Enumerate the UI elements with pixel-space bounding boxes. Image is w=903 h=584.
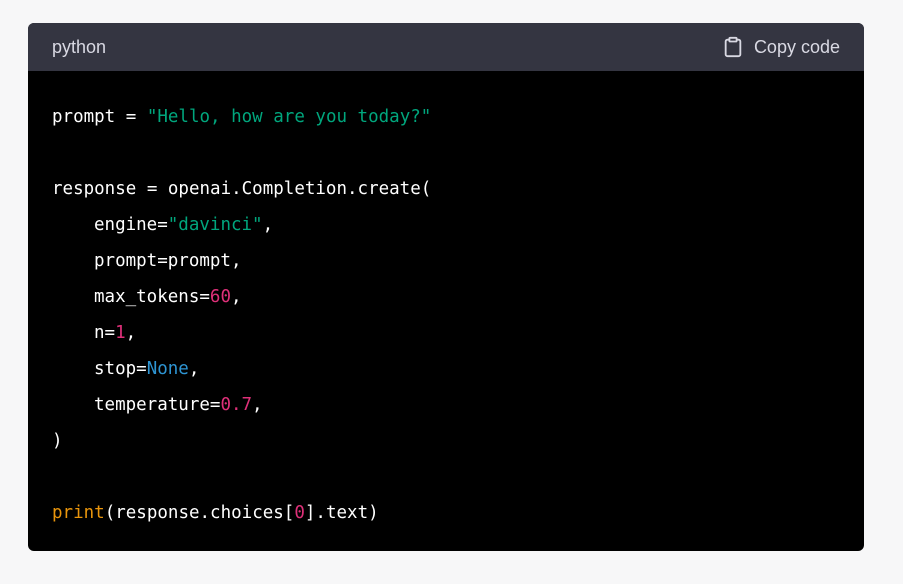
number-literal: 60 bbox=[209, 287, 231, 307]
code-text: , bbox=[230, 287, 242, 307]
string-literal: "davinci" bbox=[167, 215, 263, 235]
function-name: print bbox=[52, 503, 105, 523]
code-line-3: response = openai.Completion.create( bbox=[52, 171, 840, 207]
code-text: ) bbox=[52, 431, 63, 451]
code-text: , bbox=[252, 395, 263, 415]
code-text: engine= bbox=[94, 215, 168, 235]
code-text: , bbox=[262, 215, 274, 235]
number-literal: 1 bbox=[115, 323, 126, 343]
code-line-5: prompt=prompt, bbox=[52, 243, 840, 279]
code-text: prompt = bbox=[52, 107, 147, 127]
number-literal: 0.7 bbox=[220, 395, 253, 415]
code-text: n= bbox=[94, 323, 116, 343]
copy-code-button[interactable]: Copy code bbox=[722, 36, 840, 58]
code-line-12: print(response.choices[0].text) bbox=[52, 495, 840, 531]
code-text: max_tokens= bbox=[94, 287, 210, 307]
string-literal: "Hello, how are you today?" bbox=[146, 107, 432, 127]
code-line-9: temperature=0.7, bbox=[52, 387, 840, 423]
code-text: ].text) bbox=[304, 503, 379, 523]
code-header: python Copy code bbox=[28, 23, 864, 71]
code-text: , bbox=[188, 359, 200, 379]
copy-code-label: Copy code bbox=[753, 36, 840, 57]
number-literal: 0 bbox=[294, 503, 305, 523]
clipboard-icon bbox=[722, 36, 744, 58]
language-label: python bbox=[52, 36, 107, 57]
code-text: response = openai.Completion.create( bbox=[52, 179, 432, 199]
code-line-1: prompt = "Hello, how are you today?" bbox=[52, 99, 840, 135]
code-line-4: engine="davinci", bbox=[52, 207, 840, 243]
code-line-6: max_tokens=60, bbox=[52, 279, 840, 315]
keyword-literal: None bbox=[146, 359, 189, 379]
code-line-10: ) bbox=[52, 423, 840, 459]
code-line-7: n=1, bbox=[52, 315, 840, 351]
code-text: prompt=prompt, bbox=[94, 251, 242, 271]
code-body: prompt = "Hello, how are you today?" res… bbox=[28, 71, 864, 531]
code-text: stop= bbox=[94, 359, 147, 379]
code-text: , bbox=[125, 323, 137, 343]
code-block: python Copy code prompt = "Hello, how ar… bbox=[28, 23, 864, 551]
code-text: temperature= bbox=[94, 395, 221, 415]
code-line-8: stop=None, bbox=[52, 351, 840, 387]
code-text: (response.choices[ bbox=[104, 503, 295, 523]
